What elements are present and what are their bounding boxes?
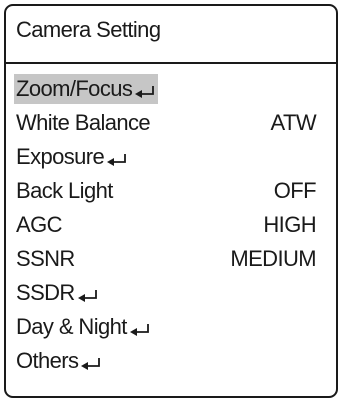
menu-item-label: Others <box>14 346 104 376</box>
menu-item-others[interactable]: Others <box>6 344 336 378</box>
enter-return-icon <box>106 153 128 167</box>
menu-item-text: AGC <box>16 212 62 237</box>
menu-item-text: Day & Night <box>16 314 127 339</box>
menu-item-ssnr[interactable]: SSNR MEDIUM <box>6 242 336 276</box>
menu-item-label: Exposure <box>14 142 130 172</box>
menu-item-agc[interactable]: AGC HIGH <box>6 208 336 242</box>
menu-item-value: ATW <box>270 110 317 135</box>
menu-item-text: Exposure <box>16 144 105 169</box>
menu-item-back-light[interactable]: Back Light OFF <box>6 174 336 208</box>
menu-item-label: AGC <box>14 210 64 240</box>
menu-item-text: Others <box>16 348 79 373</box>
menu-item-label: White Balance <box>14 108 152 138</box>
menu-item-label: Back Light <box>14 176 115 206</box>
enter-return-icon <box>77 289 99 303</box>
menu-item-exposure[interactable]: Exposure <box>6 140 336 174</box>
menu-item-text: Back Light <box>16 178 113 203</box>
menu-title-bar: Camera Setting <box>6 6 336 64</box>
menu-item-text: Zoom/Focus <box>16 76 133 101</box>
menu-item-text: White Balance <box>16 110 151 135</box>
camera-setting-menu: Camera Setting Zoom/Focus White Balance … <box>4 4 338 398</box>
menu-item-label: SSNR <box>14 244 77 274</box>
enter-return-icon <box>80 357 102 371</box>
menu-item-text: SSDR <box>16 280 75 305</box>
menu-list: Zoom/Focus White Balance ATW Exposure Ba… <box>6 72 336 378</box>
menu-item-value: OFF <box>273 178 317 203</box>
enter-return-icon <box>129 323 151 337</box>
menu-item-ssdr[interactable]: SSDR <box>6 276 336 310</box>
menu-item-zoom-focus[interactable]: Zoom/Focus <box>6 72 336 106</box>
menu-item-white-balance[interactable]: White Balance ATW <box>6 106 336 140</box>
menu-item-text: SSNR <box>16 246 75 271</box>
menu-item-label: Day & Night <box>14 312 153 342</box>
menu-title: Camera Setting <box>16 17 161 42</box>
enter-return-icon <box>134 85 156 99</box>
menu-item-value: MEDIUM <box>230 246 316 271</box>
menu-item-label: Zoom/Focus <box>14 74 159 104</box>
menu-item-label: SSDR <box>14 278 101 308</box>
menu-item-value: HIGH <box>263 212 316 237</box>
menu-item-day-night[interactable]: Day & Night <box>6 310 336 344</box>
